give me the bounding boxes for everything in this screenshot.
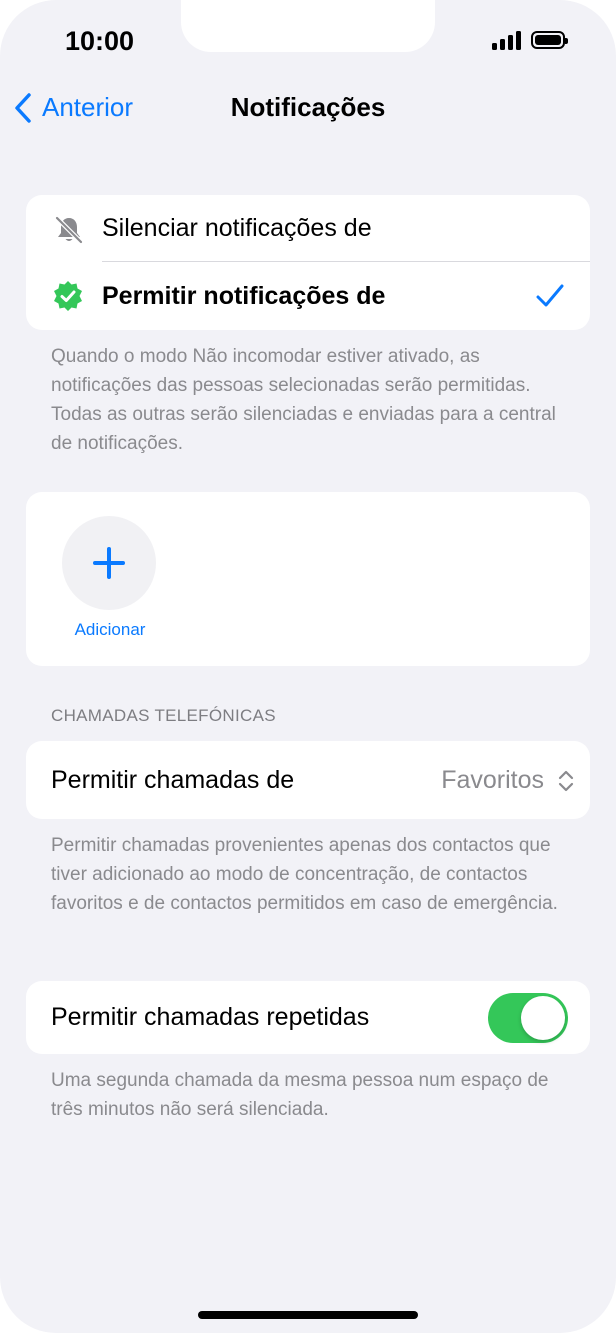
- page-title: Notificações: [230, 92, 386, 122]
- section-header-calls: CHAMADAS TELEFÓNICAS: [51, 706, 276, 725]
- status-time: 10:00: [65, 26, 135, 56]
- option-label: Silenciar notificações de: [102, 214, 372, 242]
- chevron-up-down-icon: [558, 770, 574, 792]
- allow-calls-label: Permitir chamadas de: [51, 765, 295, 794]
- battery-icon: [531, 31, 568, 49]
- notification-mode-card: Silenciar notificações de Permitir notif…: [26, 195, 590, 330]
- allow-calls-value[interactable]: Favoritos: [441, 766, 544, 795]
- repeated-calls-label: Permitir chamadas repetidas: [51, 1003, 370, 1031]
- add-person-label[interactable]: Adicionar: [66, 620, 154, 640]
- allow-calls-footnote: Permitir chamadas provenientes apenas do…: [51, 835, 558, 914]
- notification-mode-footnote: Quando o modo Não incomodar estiver ativ…: [51, 346, 556, 454]
- checkmark-icon: [536, 284, 564, 307]
- repeated-calls-footnote: Uma segunda chamada da mesma pessoa num …: [51, 1070, 549, 1120]
- allow-calls-row[interactable]: Permitir chamadas de Favoritos: [26, 741, 590, 819]
- status-icons: [492, 30, 568, 50]
- repeated-calls-row: Permitir chamadas repetidas: [26, 981, 590, 1054]
- bell-slash-icon: [55, 216, 83, 244]
- plus-icon: [93, 547, 125, 579]
- phone-screen: 10:00 Anterior Notificações Silenciar no…: [0, 0, 616, 1333]
- people-card: Adicionar: [26, 492, 590, 666]
- repeated-calls-card: Permitir chamadas repetidas: [26, 981, 590, 1054]
- camera-notch: [181, 0, 435, 52]
- option-allow-notifications[interactable]: Permitir notificações de: [26, 262, 590, 330]
- add-person-button[interactable]: [62, 516, 156, 610]
- cellular-signal-icon: [492, 30, 521, 50]
- checkmark-seal-icon: [54, 281, 82, 311]
- repeated-calls-toggle[interactable]: [488, 993, 568, 1043]
- home-indicator[interactable]: [198, 1311, 418, 1319]
- allow-calls-card: Permitir chamadas de Favoritos: [26, 741, 590, 819]
- option-silence-notifications[interactable]: Silenciar notificações de: [26, 195, 590, 262]
- option-label: Permitir notificações de: [102, 281, 386, 310]
- toggle-knob: [521, 996, 565, 1040]
